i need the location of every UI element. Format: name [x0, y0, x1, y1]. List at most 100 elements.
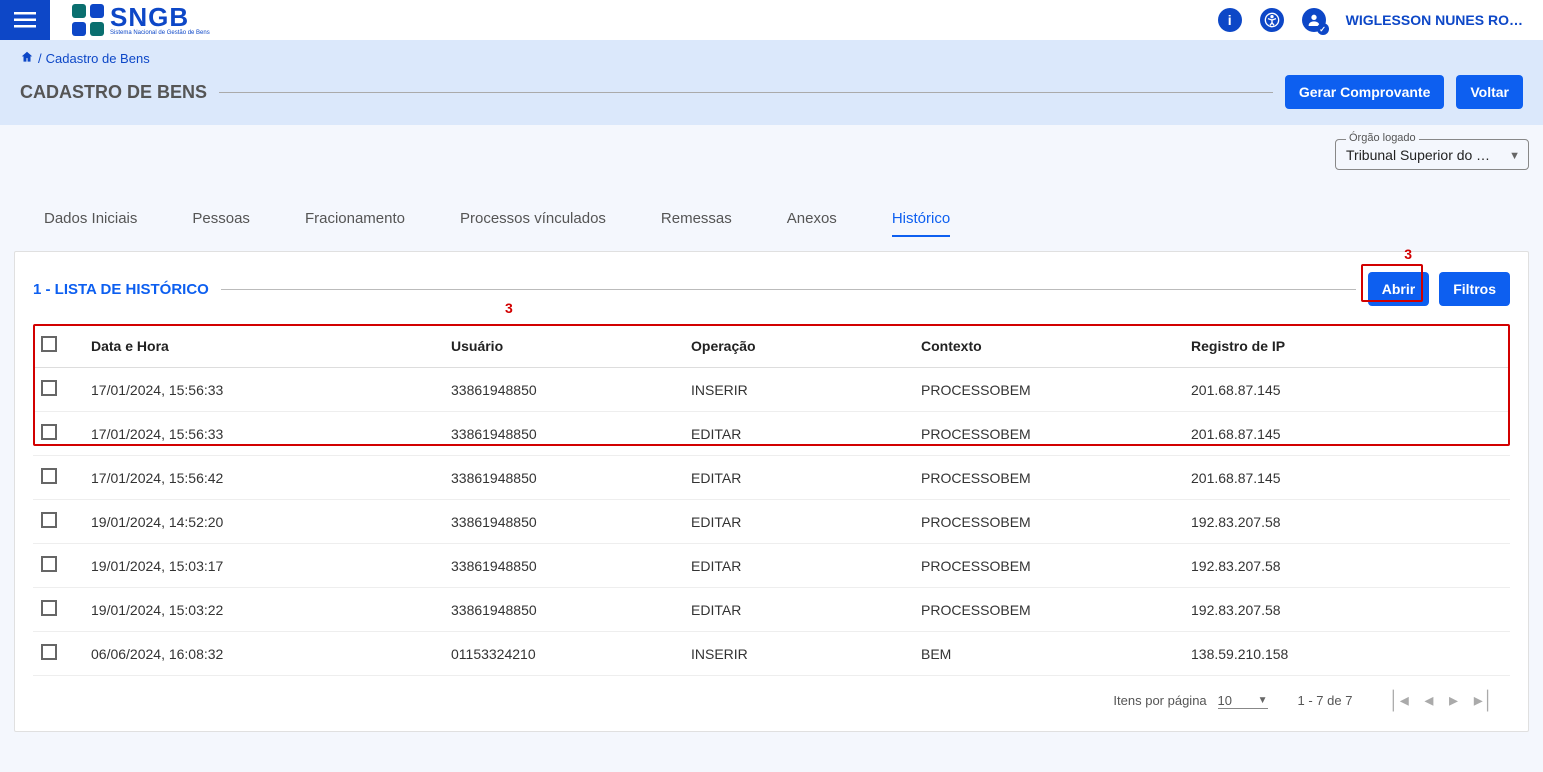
- pager-size-select[interactable]: 10▼: [1218, 693, 1268, 709]
- orgao-logado-select[interactable]: Órgão logado Tribunal Superior do Tra… ▼: [1335, 139, 1529, 170]
- col-header-ip[interactable]: Registro de IP: [1183, 324, 1510, 368]
- voltar-button[interactable]: Voltar: [1456, 75, 1523, 109]
- historico-table: Data e Hora Usuário Operação Contexto Re…: [33, 324, 1510, 676]
- cell-contexto: BEM: [913, 632, 1183, 676]
- cell-contexto: PROCESSOBEM: [913, 500, 1183, 544]
- cell-contexto: PROCESSOBEM: [913, 368, 1183, 412]
- user-name[interactable]: WIGLESSON NUNES RO…: [1346, 12, 1523, 28]
- tab-fracionamento[interactable]: Fracionamento: [305, 210, 405, 237]
- logo-text-big: SNGB: [110, 4, 210, 30]
- cell-ip: 138.59.210.158: [1183, 632, 1510, 676]
- tab-historico[interactable]: Histórico: [892, 210, 950, 237]
- table-row[interactable]: 06/06/2024, 16:08:3201153324210INSERIRBE…: [33, 632, 1510, 676]
- cell-data: 19/01/2024, 14:52:20: [83, 500, 443, 544]
- cell-data: 06/06/2024, 16:08:32: [83, 632, 443, 676]
- breadcrumb-sep: /: [38, 51, 42, 66]
- table-header-row: Data e Hora Usuário Operação Contexto Re…: [33, 324, 1510, 368]
- cell-ip: 192.83.207.58: [1183, 500, 1510, 544]
- cell-usuario: 33861948850: [443, 588, 683, 632]
- cell-data: 17/01/2024, 15:56:33: [83, 368, 443, 412]
- cell-contexto: PROCESSOBEM: [913, 412, 1183, 456]
- cell-contexto: PROCESSOBEM: [913, 544, 1183, 588]
- info-icon[interactable]: i: [1218, 8, 1242, 32]
- page-title: CADASTRO DE BENS: [20, 82, 207, 103]
- tab-dados-iniciais[interactable]: Dados Iniciais: [44, 210, 137, 237]
- accessibility-icon[interactable]: [1260, 8, 1284, 32]
- tab-pessoas[interactable]: Pessoas: [192, 210, 250, 237]
- gerar-comprovante-button[interactable]: Gerar Comprovante: [1285, 75, 1444, 109]
- cell-contexto: PROCESSOBEM: [913, 588, 1183, 632]
- subheader: / Cadastro de Bens CADASTRO DE BENS Gera…: [0, 40, 1543, 125]
- annotation-3-top: 3: [1404, 246, 1412, 262]
- cell-usuario: 33861948850: [443, 456, 683, 500]
- cell-ip: 192.83.207.58: [1183, 544, 1510, 588]
- cell-operacao: INSERIR: [683, 368, 913, 412]
- table-row[interactable]: 19/01/2024, 15:03:1733861948850EDITARPRO…: [33, 544, 1510, 588]
- col-header-contexto[interactable]: Contexto: [913, 324, 1183, 368]
- table-row[interactable]: 17/01/2024, 15:56:3333861948850EDITARPRO…: [33, 412, 1510, 456]
- tabs: Dados Iniciais Pessoas Fracionamento Pro…: [14, 210, 1529, 247]
- tab-remessas[interactable]: Remessas: [661, 210, 732, 237]
- caret-down-icon: ▼: [1258, 695, 1268, 706]
- section-title: 1 - LISTA DE HISTÓRICO: [33, 281, 209, 298]
- menu-button[interactable]: [0, 0, 50, 40]
- pager: Itens por página 10▼ 1 - 7 de 7 │◂ ◂ ▸ ▸…: [33, 676, 1510, 711]
- logo: SNGB Sistema Nacional de Gestão de Bens: [62, 4, 210, 36]
- cell-contexto: PROCESSOBEM: [913, 456, 1183, 500]
- content-area: Órgão logado Tribunal Superior do Tra… ▼…: [0, 125, 1543, 772]
- caret-down-icon: ▼: [1509, 150, 1520, 162]
- tab-processos-vinculados[interactable]: Processos vínculados: [460, 210, 606, 237]
- cell-usuario: 33861948850: [443, 544, 683, 588]
- row-checkbox[interactable]: [41, 600, 57, 616]
- col-header-data[interactable]: Data e Hora: [83, 324, 443, 368]
- orgao-value: Tribunal Superior do Tra…: [1346, 147, 1496, 163]
- top-bar: SNGB Sistema Nacional de Gestão de Bens …: [0, 0, 1543, 40]
- pager-last-button[interactable]: ▸│: [1468, 690, 1500, 710]
- hamburger-icon: [14, 12, 36, 28]
- cell-operacao: EDITAR: [683, 588, 913, 632]
- row-checkbox[interactable]: [41, 468, 57, 484]
- row-checkbox[interactable]: [41, 556, 57, 572]
- orgao-legend: Órgão logado: [1346, 132, 1419, 144]
- home-icon[interactable]: [20, 50, 34, 67]
- breadcrumb-item[interactable]: Cadastro de Bens: [46, 51, 150, 66]
- table-row[interactable]: 17/01/2024, 15:56:4233861948850EDITARPRO…: [33, 456, 1510, 500]
- cell-ip: 201.68.87.145: [1183, 412, 1510, 456]
- historico-card: 3 1 - LISTA DE HISTÓRICO Abrir Filtros 3…: [14, 251, 1529, 732]
- cell-data: 19/01/2024, 15:03:22: [83, 588, 443, 632]
- pager-next-button[interactable]: ▸: [1443, 690, 1464, 710]
- col-header-usuario[interactable]: Usuário: [443, 324, 683, 368]
- logo-text-small: Sistema Nacional de Gestão de Bens: [110, 30, 210, 36]
- breadcrumb: / Cadastro de Bens: [20, 50, 1523, 67]
- row-checkbox[interactable]: [41, 424, 57, 440]
- logo-mark-icon: [72, 4, 104, 36]
- row-checkbox[interactable]: [41, 380, 57, 396]
- col-header-operacao[interactable]: Operação: [683, 324, 913, 368]
- cell-usuario: 33861948850: [443, 368, 683, 412]
- select-all-checkbox[interactable]: [41, 336, 57, 352]
- table-row[interactable]: 17/01/2024, 15:56:3333861948850INSERIRPR…: [33, 368, 1510, 412]
- cell-data: 17/01/2024, 15:56:33: [83, 412, 443, 456]
- table-row[interactable]: 19/01/2024, 14:52:2033861948850EDITARPRO…: [33, 500, 1510, 544]
- cell-data: 17/01/2024, 15:56:42: [83, 456, 443, 500]
- table-wrap: Data e Hora Usuário Operação Contexto Re…: [33, 324, 1510, 676]
- cell-operacao: EDITAR: [683, 412, 913, 456]
- pager-label: Itens por página: [1113, 693, 1206, 708]
- cell-usuario: 33861948850: [443, 500, 683, 544]
- user-avatar-icon[interactable]: ✓: [1302, 8, 1326, 32]
- tab-anexos[interactable]: Anexos: [787, 210, 837, 237]
- pager-prev-button[interactable]: ◂: [1418, 690, 1439, 710]
- cell-ip: 201.68.87.145: [1183, 368, 1510, 412]
- cell-usuario: 33861948850: [443, 412, 683, 456]
- row-checkbox[interactable]: [41, 512, 57, 528]
- pager-first-button[interactable]: │◂: [1382, 690, 1414, 710]
- cell-operacao: EDITAR: [683, 456, 913, 500]
- table-row[interactable]: 19/01/2024, 15:03:2233861948850EDITARPRO…: [33, 588, 1510, 632]
- section-divider: [221, 289, 1356, 290]
- abrir-button[interactable]: Abrir: [1368, 272, 1429, 306]
- row-checkbox[interactable]: [41, 644, 57, 660]
- filtros-button[interactable]: Filtros: [1439, 272, 1510, 306]
- cell-operacao: EDITAR: [683, 544, 913, 588]
- cell-operacao: EDITAR: [683, 500, 913, 544]
- cell-data: 19/01/2024, 15:03:17: [83, 544, 443, 588]
